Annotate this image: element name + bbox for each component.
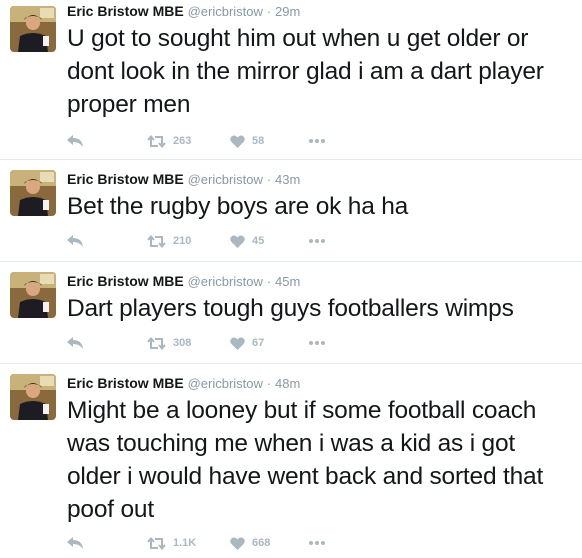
timestamp[interactable]: 45m	[275, 274, 300, 289]
tweet-header: Eric Bristow MBE @ericbristow · 45m	[67, 272, 300, 291]
tweet-actions: 1.1K 668	[67, 532, 367, 554]
reply-icon	[67, 135, 83, 147]
like-count: 668	[252, 537, 271, 549]
avatar-image	[10, 374, 56, 420]
avatar-image	[10, 6, 56, 52]
author-name[interactable]: Eric Bristow MBE	[67, 273, 184, 289]
reply-button[interactable]	[67, 230, 83, 252]
more-button[interactable]	[308, 532, 326, 554]
like-count: 67	[252, 337, 265, 349]
retweet-count: 210	[173, 235, 192, 247]
more-icon	[309, 541, 325, 545]
tweet-feed: Eric Bristow MBE @ericbristow · 29m U go…	[0, 0, 582, 558]
avatar-image	[10, 170, 56, 216]
timestamp[interactable]: 43m	[275, 172, 300, 187]
like-button[interactable]: 67	[230, 332, 264, 354]
more-icon	[309, 139, 325, 143]
author-name[interactable]: Eric Bristow MBE	[67, 3, 184, 19]
retweet-count: 263	[173, 135, 192, 147]
tweet[interactable]: Eric Bristow MBE @ericbristow · 48m Migh…	[0, 364, 582, 558]
reply-button[interactable]	[67, 332, 83, 354]
retweet-button[interactable]: 210	[147, 230, 191, 252]
tweet-header: Eric Bristow MBE @ericbristow · 48m	[67, 374, 300, 393]
retweet-button[interactable]: 1.1K	[147, 532, 196, 554]
author-handle[interactable]: @ericbristow	[188, 376, 263, 391]
like-count: 45	[252, 235, 265, 247]
more-icon	[309, 341, 325, 345]
retweet-count: 308	[173, 337, 192, 349]
more-button[interactable]	[308, 332, 326, 354]
tweet[interactable]: Eric Bristow MBE @ericbristow · 43m Bet …	[0, 160, 582, 262]
reply-icon	[67, 235, 83, 247]
retweet-count: 1.1K	[173, 537, 197, 549]
author-name[interactable]: Eric Bristow MBE	[67, 171, 184, 187]
tweet[interactable]: Eric Bristow MBE @ericbristow · 45m Dart…	[0, 262, 582, 364]
like-button[interactable]: 58	[230, 130, 264, 152]
heart-icon	[230, 536, 245, 550]
like-button[interactable]: 45	[230, 230, 264, 252]
heart-icon	[230, 336, 245, 350]
author-handle[interactable]: @ericbristow	[188, 274, 263, 289]
avatar[interactable]	[10, 272, 56, 318]
like-count: 58	[252, 135, 265, 147]
tweet[interactable]: Eric Bristow MBE @ericbristow · 29m U go…	[0, 0, 582, 160]
tweet-actions: 263 58	[67, 130, 367, 152]
tweet-text: Bet the rugby boys are ok ha ha	[67, 193, 409, 220]
reply-icon	[67, 337, 83, 349]
reply-button[interactable]	[67, 532, 83, 554]
more-button[interactable]	[308, 230, 326, 252]
author-handle[interactable]: @ericbristow	[188, 4, 263, 19]
tweet-text: U got to sought him out when u get older…	[67, 25, 544, 118]
separator: ·	[266, 172, 272, 187]
avatar-image	[10, 272, 56, 318]
author-name[interactable]: Eric Bristow MBE	[67, 375, 184, 391]
tweet-actions: 308 67	[67, 332, 367, 354]
reply-button[interactable]	[67, 130, 83, 152]
avatar[interactable]	[10, 170, 56, 216]
retweet-icon	[147, 134, 166, 148]
retweet-button[interactable]: 308	[147, 332, 191, 354]
avatar[interactable]	[10, 6, 56, 52]
separator: ·	[266, 274, 272, 289]
heart-icon	[230, 134, 245, 148]
retweet-button[interactable]: 263	[147, 130, 191, 152]
author-handle[interactable]: @ericbristow	[188, 172, 263, 187]
retweet-icon	[147, 234, 166, 248]
timestamp[interactable]: 48m	[275, 376, 300, 391]
tweet-text: Dart players tough guys footballers wimp…	[67, 295, 514, 322]
separator: ·	[266, 376, 272, 391]
more-icon	[309, 239, 325, 243]
timestamp[interactable]: 29m	[275, 4, 300, 19]
tweet-actions: 210 45	[67, 230, 367, 252]
like-button[interactable]: 668	[230, 532, 270, 554]
more-button[interactable]	[308, 130, 326, 152]
retweet-icon	[147, 336, 166, 350]
tweet-header: Eric Bristow MBE @ericbristow · 29m	[67, 2, 300, 21]
heart-icon	[230, 234, 245, 248]
separator: ·	[266, 4, 272, 19]
reply-icon	[67, 537, 83, 549]
tweet-text: Might be a looney but if some football c…	[67, 397, 544, 523]
tweet-header: Eric Bristow MBE @ericbristow · 43m	[67, 170, 300, 189]
avatar[interactable]	[10, 374, 56, 420]
retweet-icon	[147, 536, 166, 550]
